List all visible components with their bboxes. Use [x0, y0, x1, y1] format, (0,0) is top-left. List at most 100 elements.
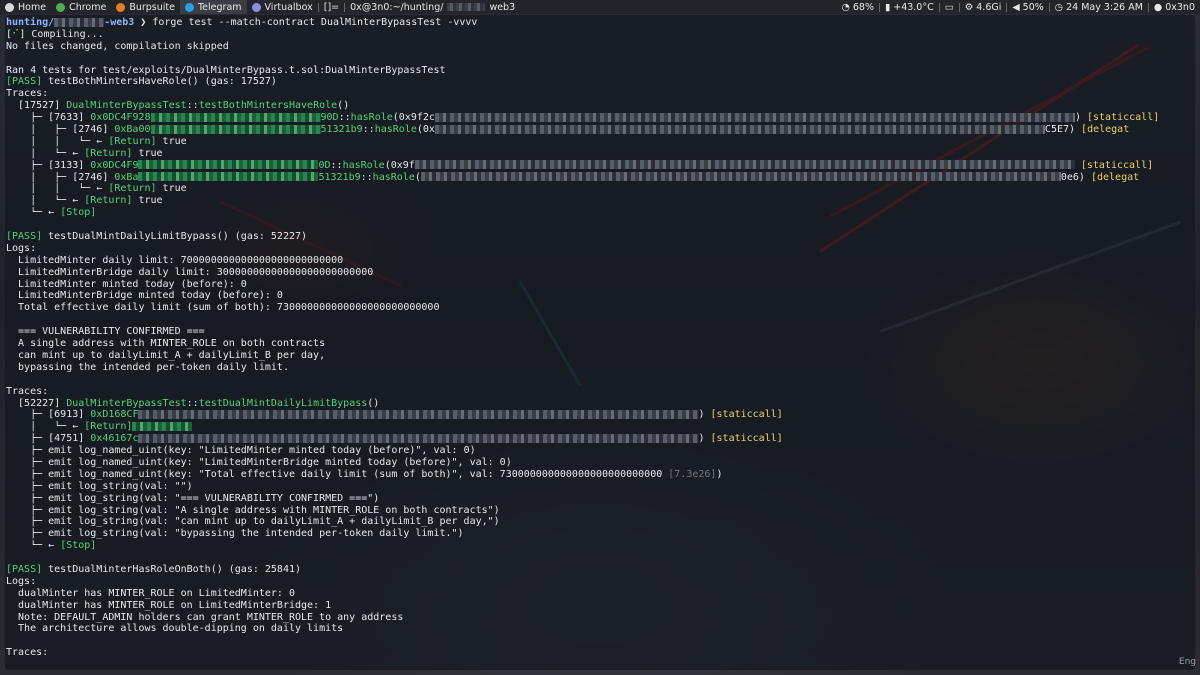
battery-level: 68%	[852, 1, 874, 13]
terminal-text: [PASS]	[6, 76, 43, 88]
terminal-line: ├─ emit log_string(val: "bypassing the i…	[6, 528, 1194, 540]
terminal-line: dualMinter has MINTER_ROLE on LimitedMin…	[6, 600, 1194, 612]
terminal-text: )	[698, 433, 711, 445]
user-icon: ●	[1153, 1, 1163, 13]
terminal-line: Ran 4 tests for test/exploits/DualMinter…	[6, 65, 1194, 77]
redacted-block	[434, 112, 1075, 122]
terminal-text: │ └─ ←	[6, 195, 85, 207]
clock[interactable]: ◷ 24 May 3:26 AM	[1050, 0, 1148, 14]
redacted-block	[447, 3, 486, 11]
username: 0x3n0	[1165, 1, 1195, 13]
terminal-text: hasRole	[374, 124, 417, 136]
taskbar-app-burpsuite[interactable]: Burpsuite	[111, 0, 180, 14]
terminal-line: Traces:	[6, 647, 1194, 659]
terminal-text: C5E7)	[1044, 124, 1082, 136]
terminal-text: , val: 0)	[421, 445, 476, 457]
user-menu[interactable]: ● 0x3n0	[1149, 0, 1200, 14]
terminal-text: ├─ [3133]	[6, 159, 91, 171]
terminal-text: Traces:	[6, 88, 49, 100]
terminal-text: [Return]	[84, 195, 133, 207]
layout-label: []=	[323, 1, 340, 13]
terminal-text: true	[132, 195, 163, 207]
terminal-text: [17527]	[6, 100, 67, 112]
terminal-text: [staticcall]	[1086, 112, 1160, 124]
terminal-text: 51321b9	[320, 124, 363, 136]
terminal-text: │ │ └─ ←	[6, 183, 109, 195]
terminal-line: Note: DEFAULT_ADMIN holders can grant MI…	[6, 612, 1194, 624]
virtualbox-icon	[251, 2, 261, 12]
terminal-text: ::	[186, 100, 199, 112]
taskbar-app-label: Burpsuite	[129, 1, 175, 13]
terminal-text: ├─ [4751]	[6, 433, 91, 445]
redacted-block	[434, 124, 1045, 134]
terminal-text: ├─ emit log_string(val: "A single addres…	[6, 504, 500, 516]
terminal-text: )	[1074, 112, 1087, 124]
terminal-text: testBothMintersHaveRole	[198, 100, 338, 112]
taskbar-app-virtualbox[interactable]: Virtualbox	[247, 0, 318, 14]
taskbar-app-label: Chrome	[69, 1, 107, 13]
terminal-text: 0xBa	[114, 171, 139, 183]
terminal-text: [PASS]	[6, 231, 43, 243]
terminal-line: Logs:	[6, 576, 1194, 588]
terminal-line: │ │ └─ ← [Return] true	[6, 183, 1194, 195]
terminal-text: -web3	[104, 17, 135, 28]
terminal-text: true	[156, 135, 187, 147]
terminal-line: └─ ← [Stop]	[6, 207, 1194, 219]
terminal-text: ├─ emit log_named_uint(key: "Total effec…	[6, 468, 669, 480]
terminal-text: hunting/	[6, 17, 55, 28]
redacted-block	[138, 172, 319, 182]
drive-status[interactable]: ▭	[940, 0, 959, 14]
terminal-line: ├─ [4751] 0x46167c) [staticcall]	[6, 433, 1194, 445]
terminal-text: [Return]	[84, 421, 133, 433]
terminal-text: testDualMintDailyLimitBypass() (gas: 522…	[42, 231, 308, 243]
terminal-text: [Return]	[84, 147, 133, 159]
terminal-text: can mint up to dailyLimit_A + dailyLimit…	[6, 349, 326, 361]
taskbar-app-telegram[interactable]: Telegram	[179, 0, 247, 14]
terminal-text: )	[716, 468, 723, 480]
terminal-line: LimitedMinter daily limit: 7000000000000…	[6, 255, 1194, 267]
layout-indicator[interactable]: []=	[319, 0, 344, 14]
terminal-line: LimitedMinterBridge daily limit: 3000000…	[6, 267, 1194, 279]
terminal-line: No files changed, compilation skipped	[6, 41, 1194, 53]
wifi-status[interactable]: ◔ 68%	[837, 0, 879, 14]
terminal-line: ├─ emit log_string(val: "can mint up to …	[6, 516, 1194, 528]
terminal-text: LimitedMinter daily limit: 7000000000000…	[6, 254, 344, 266]
keyboard-layout-indicator[interactable]: Eng	[1179, 657, 1196, 667]
terminal-text: 0xBa00	[114, 124, 151, 136]
terminal-text: Traces:	[6, 647, 49, 659]
terminal-text: dualMinter has MINTER_ROLE on LimitedMin…	[6, 599, 332, 611]
terminal-line: Total effective daily limit (sum of both…	[6, 302, 1194, 314]
terminal-line: └─ ← [Stop]	[6, 540, 1194, 552]
memory-status[interactable]: ⚙ 4.6Gi	[960, 0, 1007, 14]
clock-icon: ◷	[1054, 1, 1064, 13]
redacted-block	[420, 172, 1061, 182]
terminal-text: [staticcall]	[1080, 159, 1154, 171]
terminal-line: bypassing the intended per-token daily l…	[6, 362, 1194, 374]
temperature-status[interactable]: ▮ +43.0°C	[880, 0, 939, 14]
redacted-block	[54, 17, 105, 27]
taskbar-app-chrome[interactable]: Chrome	[51, 0, 111, 14]
terminal-text: ] Compiling...	[19, 28, 104, 40]
terminal-text: [7.3e26]	[668, 468, 717, 480]
terminal-text: 51321b9	[318, 171, 361, 183]
terminal-text: [Stop]	[60, 540, 97, 552]
taskbar-app-home[interactable]: Home	[0, 0, 51, 14]
terminal-text: 0D	[318, 159, 331, 171]
terminal-text: ├─ emit log_named_uint(key: "LimitedMint…	[6, 456, 512, 468]
redacted-block	[150, 112, 321, 122]
terminal-text: ├─ emit log_string(val: "bypassing the i…	[6, 528, 464, 540]
terminal-window[interactable]: hunting/ -web3 ❯ forge test --match-contr…	[5, 15, 1195, 670]
volume-status[interactable]: ◀ 50%	[1007, 0, 1048, 14]
terminal-text: 0xD168CF	[90, 409, 139, 421]
terminal-text: Logs:	[6, 242, 37, 254]
terminal-text: The architecture allows double-dipping o…	[6, 623, 344, 635]
terminal-text: Total effective daily limit (sum of both…	[6, 302, 440, 314]
chrome-icon	[56, 2, 66, 12]
terminal-line: ├─ [3133] 0x0DC4F9 0D::hasRole(0x9f [stat…	[6, 160, 1194, 172]
terminal-line: ├─ emit log_named_uint(key: "LimitedMint…	[6, 445, 1194, 457]
thermometer-icon: ▮	[885, 1, 891, 13]
terminal-line: │ └─ ← [Return]	[6, 421, 1194, 433]
